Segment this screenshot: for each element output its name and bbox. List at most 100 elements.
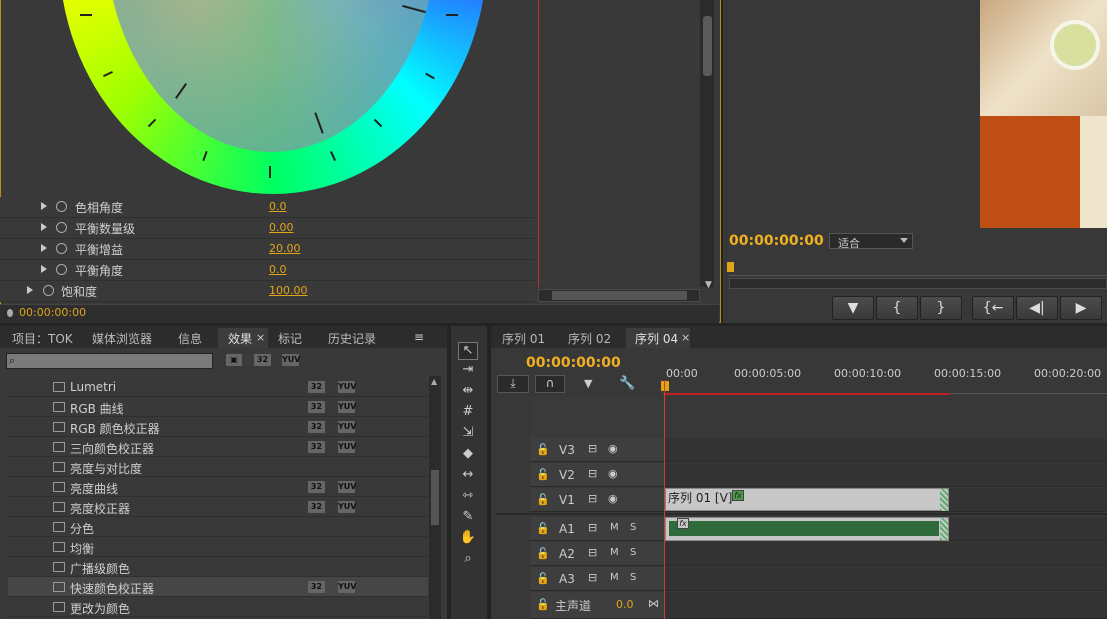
lock-icon[interactable]: 🔓 [536, 443, 550, 456]
rate-stretch-tool-icon[interactable]: ⇲ [458, 425, 478, 443]
wrench-icon[interactable]: 🔧 [619, 376, 635, 391]
expand-arrow-icon[interactable] [41, 265, 47, 273]
nest-toggle-icon[interactable]: ⤓ [497, 375, 529, 393]
param-value[interactable]: 0.00 [269, 221, 294, 234]
master-meter-icon[interactable]: ⋈ [648, 597, 659, 610]
effect-item[interactable]: 亮度与对比度 [8, 457, 428, 477]
slip-tool-icon[interactable]: ↔ [458, 467, 478, 485]
effect-item[interactable]: 均衡 [8, 537, 428, 557]
sync-lock-icon[interactable]: ⊟ [588, 521, 597, 534]
effect-item[interactable]: 快速颜色校正器 32 YUV [8, 577, 428, 597]
ec-hscroll-thumb[interactable] [552, 291, 687, 300]
param-row[interactable]: 饱和度 100.00 [0, 281, 535, 302]
tab-media-browser[interactable]: 媒体浏览器 [84, 328, 168, 348]
mark-out-button[interactable]: } [920, 296, 962, 320]
effect-item[interactable]: 广播级颜色 [8, 557, 428, 577]
expand-arrow-icon[interactable] [41, 223, 47, 231]
lane-v2[interactable] [665, 463, 1107, 487]
lock-icon[interactable]: 🔓 [536, 598, 550, 611]
tab-history[interactable]: 历史记录 [320, 328, 394, 348]
work-area-bar[interactable] [665, 393, 950, 395]
solo-button[interactable]: S [630, 547, 636, 558]
color-wheel[interactable] [59, 0, 487, 194]
track-header-v2[interactable]: 🔓 V2 ⊟ ◉ [530, 463, 665, 487]
hand-tool-icon[interactable]: ✋ [458, 530, 478, 548]
tab-info[interactable]: 信息 [170, 328, 214, 348]
solo-button[interactable]: S [630, 522, 636, 533]
accelerated-filter-icon[interactable]: ▣ [226, 354, 242, 366]
param-row[interactable]: 平衡数量级 0.00 [0, 218, 535, 239]
effect-item[interactable]: 更改为颜色 [8, 597, 428, 617]
tab-sequence-02[interactable]: 序列 02 [560, 328, 624, 348]
track-header-a3[interactable]: 🔓 A3 ⊟ M S [530, 567, 665, 591]
close-tab-icon[interactable]: × [256, 331, 265, 344]
expand-arrow-icon[interactable] [41, 202, 47, 210]
mute-button[interactable]: M [610, 547, 619, 558]
param-value[interactable]: 0.0 [269, 200, 287, 213]
program-zoom-scroll[interactable] [729, 278, 1107, 289]
zoom-tool-icon[interactable]: ⌕ [458, 551, 478, 569]
lane-a3[interactable] [665, 567, 1107, 591]
effects-search-input[interactable] [6, 353, 213, 369]
32bit-filter-icon[interactable]: 32 [254, 354, 271, 366]
program-ruler[interactable] [729, 260, 1107, 276]
sync-lock-icon[interactable]: ⊟ [588, 492, 597, 505]
param-value[interactable]: 100.00 [269, 284, 308, 297]
param-row[interactable]: 平衡角度 0.0 [0, 260, 535, 281]
chevron-down-icon[interactable] [900, 238, 908, 243]
effect-item[interactable]: 分色 [8, 517, 428, 537]
lane-v3[interactable] [665, 438, 1107, 462]
expand-arrow-icon[interactable] [41, 244, 47, 252]
tab-project[interactable]: 项目：TOK [4, 328, 82, 348]
sync-lock-icon[interactable]: ⊟ [588, 442, 597, 455]
effect-item[interactable]: 亮度校正器 32 YUV [8, 497, 428, 517]
track-header-master[interactable]: 🔓 主声道 0.0 ⋈ [530, 592, 665, 619]
lock-icon[interactable]: 🔓 [536, 493, 550, 506]
effects-scroll-thumb[interactable] [431, 470, 439, 525]
program-timecode[interactable]: 00:00:00:00 [729, 233, 824, 249]
eye-icon[interactable]: ◉ [608, 442, 618, 455]
scroll-up-icon[interactable]: ▲ [431, 377, 437, 386]
yuv-filter-icon[interactable]: YUV [282, 354, 300, 366]
scroll-down-icon[interactable]: ▼ [705, 280, 712, 290]
stopwatch-icon[interactable] [56, 222, 67, 233]
lock-icon[interactable]: 🔓 [536, 547, 550, 560]
filter-icon[interactable] [7, 309, 13, 317]
add-marker-button[interactable]: ▼ [832, 296, 874, 320]
track-header-a1[interactable]: 🔓 A1 ⊟ M S [530, 517, 665, 541]
color-wheel-center[interactable] [105, 0, 437, 152]
track-select-tool-icon[interactable]: ⇥ [458, 362, 478, 380]
lane-a2[interactable] [665, 542, 1107, 566]
stopwatch-icon[interactable] [56, 201, 67, 212]
sync-lock-icon[interactable]: ⊟ [588, 546, 597, 559]
panel-menu-icon[interactable]: ≡ [414, 330, 424, 344]
tab-markers[interactable]: 标记 [270, 328, 314, 348]
timeline-timecode[interactable]: 00:00:00:00 [526, 355, 621, 371]
go-to-in-button[interactable]: {← [972, 296, 1014, 320]
track-header-v3[interactable]: 🔓 V3 ⊟ ◉ [530, 438, 665, 462]
param-value[interactable]: 20.00 [269, 242, 301, 255]
play-button[interactable]: ▶ [1060, 296, 1102, 320]
effect-item[interactable]: 三向颜色校正器 32 YUV [8, 437, 428, 457]
playhead-marker-icon[interactable] [727, 262, 734, 272]
param-row[interactable]: 色相角度 0.0 [0, 197, 535, 218]
stopwatch-icon[interactable] [43, 285, 54, 296]
close-tab-icon[interactable]: × [681, 331, 690, 344]
mark-in-button[interactable]: { [876, 296, 918, 320]
sync-lock-icon[interactable]: ⊟ [588, 467, 597, 480]
snap-icon[interactable]: ∩ [535, 375, 565, 393]
ec-timecode[interactable]: 00:00:00:00 [19, 306, 86, 319]
lane-master[interactable] [665, 592, 1107, 619]
expand-arrow-icon[interactable] [27, 286, 33, 294]
effect-item[interactable]: Lumetri 32 YUV [8, 377, 428, 397]
effect-item[interactable]: RGB 颜色校正器 32 YUV [8, 417, 428, 437]
param-value[interactable]: 0.0 [269, 263, 287, 276]
add-marker-icon[interactable]: ▼ [584, 377, 592, 390]
step-back-button[interactable]: ◀| [1016, 296, 1058, 320]
pen-tool-icon[interactable]: ✎ [458, 509, 478, 527]
fx-badge-icon[interactable]: fx [677, 518, 689, 529]
lock-icon[interactable]: 🔓 [536, 522, 550, 535]
eye-icon[interactable]: ◉ [608, 467, 618, 480]
sync-lock-icon[interactable]: ⊟ [588, 571, 597, 584]
playhead-marker-icon[interactable] [661, 381, 669, 391]
